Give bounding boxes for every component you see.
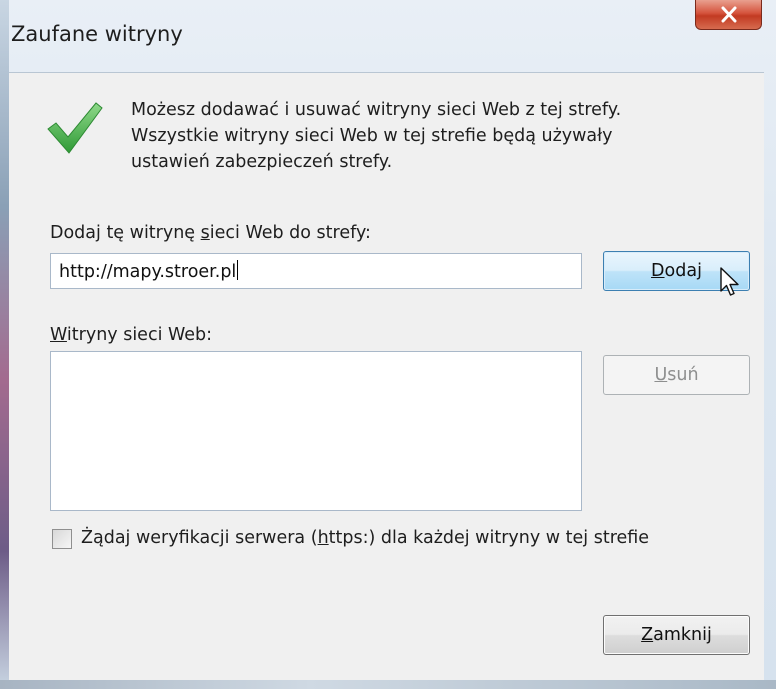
window-bottom-edge bbox=[0, 680, 776, 689]
https-verification-label[interactable]: Żądaj weryfikacji serwera (https:) dla k… bbox=[81, 528, 649, 548]
close-x-icon bbox=[721, 6, 737, 23]
window-title: Zaufane witryny bbox=[11, 22, 183, 46]
https-verification-checkbox[interactable] bbox=[52, 529, 72, 549]
dialog-window: Zaufane witryny Możesz dodawać i usuwać … bbox=[0, 0, 776, 689]
add-site-label: Dodaj tę witrynę sieci Web do strefy: bbox=[50, 223, 371, 243]
dialog-content: Możesz dodawać i usuwać witryny sieci We… bbox=[9, 72, 764, 681]
sites-list-label: Witryny sieci Web: bbox=[50, 325, 213, 345]
window-left-edge bbox=[0, 0, 9, 689]
close-window-button[interactable] bbox=[695, 0, 762, 30]
url-input[interactable]: http://mapy.stroer.pl bbox=[50, 253, 582, 289]
text-caret bbox=[237, 260, 239, 280]
info-line-2: Wszystkie witryny sieci Web w tej strefi… bbox=[131, 126, 613, 146]
info-line-3: ustawień zabezpieczeń strefy. bbox=[131, 152, 393, 172]
close-button[interactable]: Zamknij bbox=[603, 615, 750, 655]
mouse-pointer-icon bbox=[720, 267, 739, 296]
remove-button[interactable]: Usuń bbox=[603, 355, 750, 395]
checkmark-icon bbox=[47, 102, 103, 154]
info-line-1: Możesz dodawać i usuwać witryny sieci We… bbox=[131, 100, 622, 120]
info-text: Możesz dodawać i usuwać witryny sieci We… bbox=[131, 97, 731, 175]
title-bar[interactable]: Zaufane witryny bbox=[9, 0, 776, 72]
sites-listbox[interactable] bbox=[50, 351, 582, 511]
